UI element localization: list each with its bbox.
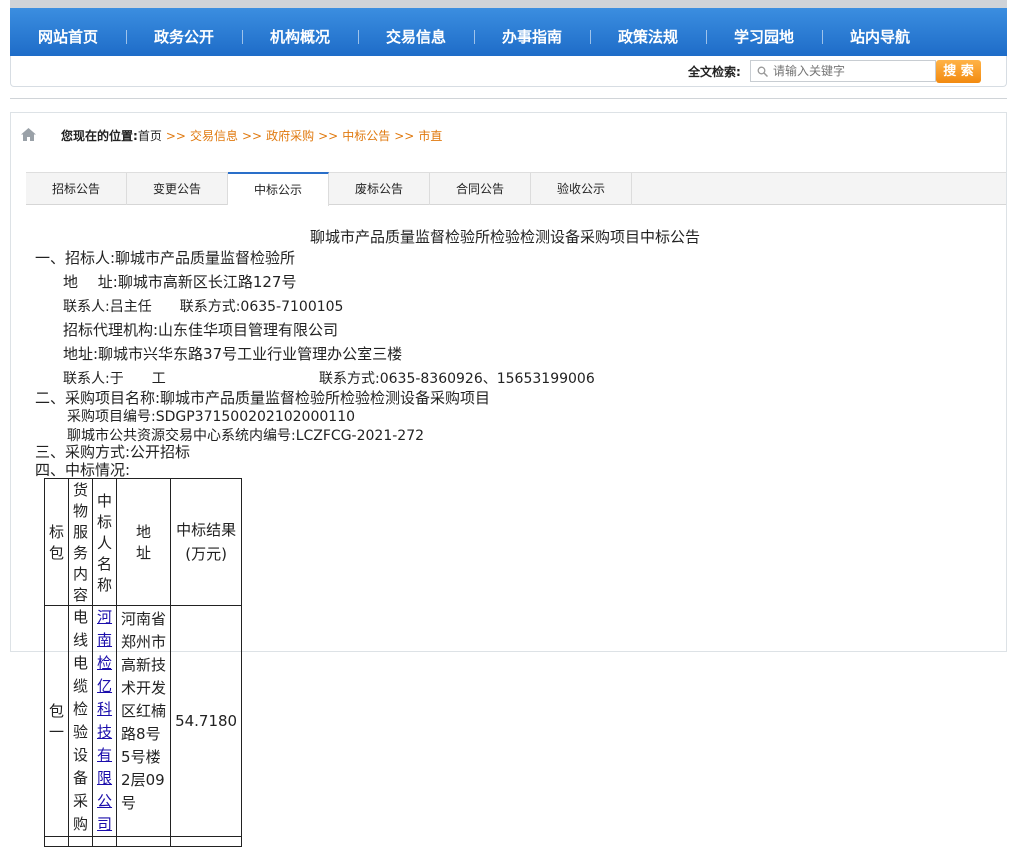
- breadcrumb-lead: 您现在的位置:: [61, 129, 138, 143]
- search-box[interactable]: [750, 60, 936, 82]
- nav-item-home[interactable]: 网站首页: [10, 18, 126, 56]
- header-amount: 中标结果 (万元): [170, 478, 243, 606]
- tab-contract-notice[interactable]: 合同公告: [430, 173, 531, 205]
- nav-item-learning[interactable]: 学习园地: [706, 18, 822, 56]
- table-row-partial: [43, 836, 243, 847]
- breadcrumb-trade-info[interactable]: 交易信息: [190, 129, 238, 143]
- tab-award-publicity[interactable]: 中标公示: [228, 172, 329, 206]
- agency-address: 地址:聊城市兴华东路37号工业行业管理办公室三楼: [63, 345, 403, 363]
- agency-contact-phone: 联系方式:0635-8360926、15653199006: [319, 371, 595, 387]
- section-1-tenderer: 一、招标人:聊城市产品质量监督检验所: [35, 249, 296, 267]
- nav-item-sitemap[interactable]: 站内导航: [822, 18, 938, 56]
- notice-title: 聊城市产品质量监督检验所检验检测设备采购项目中标公告: [310, 228, 701, 246]
- cell-amount: 54.7180: [170, 605, 243, 837]
- breadcrumb-sep: >>: [165, 129, 186, 143]
- cell-package: 包一: [43, 605, 70, 837]
- cell-content: 电线电缆检验设备采购: [68, 605, 94, 837]
- tenderer-address: 地 址:聊城市高新区长江路127号: [63, 273, 297, 291]
- tab-change-notice[interactable]: 变更公告: [127, 173, 228, 205]
- nav-item-org-overview[interactable]: 机构概况: [242, 18, 358, 56]
- cell-address: 河南省郑州市高新技术开发区红楠路8号5号楼2层09号: [116, 605, 172, 837]
- header-address: 地 址: [116, 478, 181, 606]
- breadcrumb-gov-procurement[interactable]: 政府采购: [266, 129, 314, 143]
- table-row: 包一 电线电缆检验设备采购 河南检亿科技有限公司 河南省郑州市高新技术开发区红楠…: [43, 605, 243, 837]
- breadcrumb-home[interactable]: 首页: [138, 129, 162, 143]
- tab-void-notice[interactable]: 废标公告: [329, 173, 430, 205]
- search-button[interactable]: 搜 索: [936, 60, 981, 83]
- tenderer-contact: 联系人:吕主任 联系方式:0635-7100105: [63, 299, 344, 315]
- project-number: 采购项目编号:SDGP371500202102000110: [67, 409, 356, 425]
- tab-acceptance-publicity[interactable]: 验收公示: [531, 173, 632, 205]
- header-package: 标包: [43, 478, 70, 606]
- header-divider: [10, 98, 1007, 99]
- breadcrumb-sep: >>: [394, 129, 415, 143]
- winner-link[interactable]: 河南检亿科技有限公司: [97, 608, 112, 833]
- agency-name: 招标代理机构:山东佳华项目管理有限公司: [63, 321, 339, 339]
- tab-tender-notice[interactable]: 招标公告: [26, 173, 127, 205]
- nav-item-trade-info[interactable]: 交易信息: [358, 18, 474, 56]
- search-label: 全文检索:: [688, 65, 741, 79]
- breadcrumb: 您现在的位置:首页 >> 交易信息 >> 政府采购 >> 中标公告 >> 市直: [11, 118, 1006, 150]
- nav-item-policy[interactable]: 政策法规: [590, 18, 706, 56]
- breadcrumb-sep: >>: [241, 129, 263, 143]
- section-2-project-name: 二、采购项目名称:聊城市产品质量监督检验所检验检测设备采购项目: [35, 389, 491, 407]
- home-icon: [21, 128, 36, 141]
- section-4-award: 四、中标情况:: [35, 461, 131, 479]
- table-header-row: 标包 货物服务内容 中标人名称 地 址 中标结果 (万元): [43, 478, 243, 606]
- search-icon: [757, 66, 768, 77]
- breadcrumb-city[interactable]: 市直: [418, 129, 442, 143]
- breadcrumb-award-notice[interactable]: 中标公告: [342, 129, 390, 143]
- header-content: 货物服务内容: [68, 478, 94, 606]
- header-winner: 中标人名称: [92, 478, 118, 606]
- search-input[interactable]: [773, 61, 933, 81]
- award-table: 标包 货物服务内容 中标人名称 地 址 中标结果 (万元) 包一 电线电缆检验设…: [43, 478, 243, 847]
- main-nav: 网站首页 政务公开 机构概况 交易信息 办事指南 政策法规 学习园地 站内导航: [10, 18, 1007, 56]
- breadcrumb-sep: >>: [318, 129, 339, 143]
- nav-item-service-guide[interactable]: 办事指南: [474, 18, 590, 56]
- agency-contact-name: 联系人:于 工: [63, 371, 166, 387]
- nav-item-gov-affairs[interactable]: 政务公开: [126, 18, 242, 56]
- notice-tabs: 招标公告 变更公告 中标公示 废标公告 合同公告 验收公示: [26, 172, 1006, 206]
